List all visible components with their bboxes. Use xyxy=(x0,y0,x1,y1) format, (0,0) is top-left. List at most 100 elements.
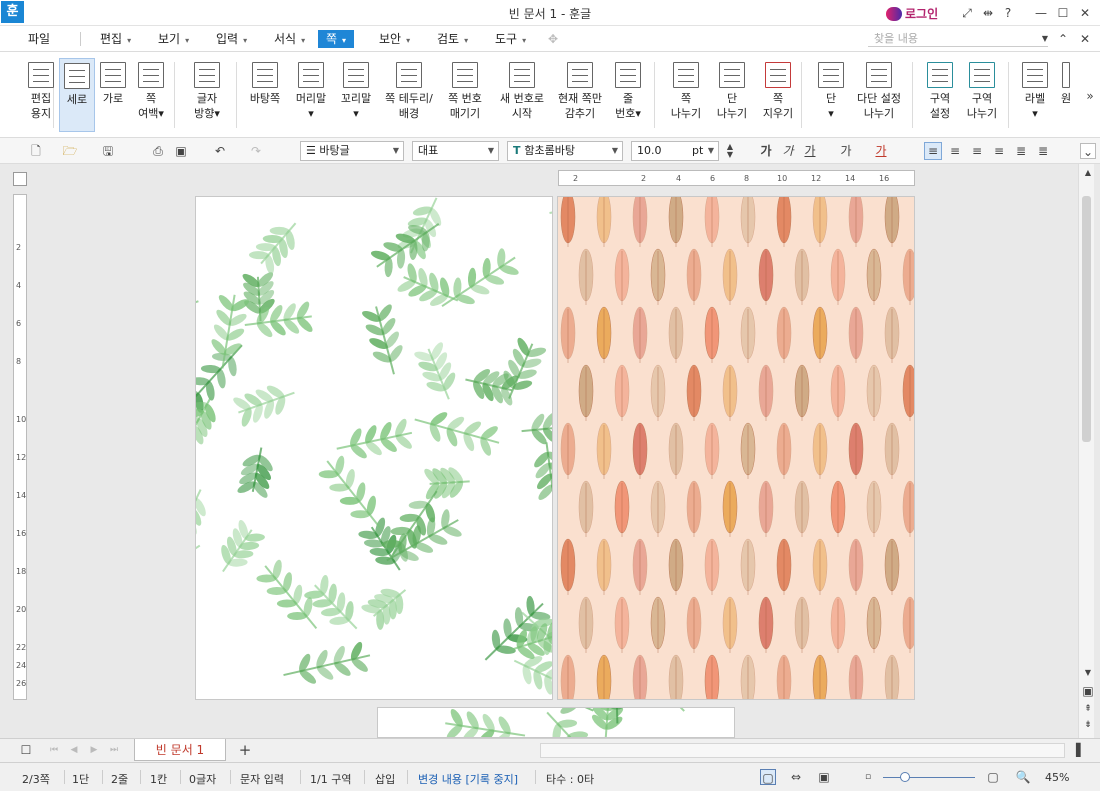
ribbon-more-button[interactable]: » xyxy=(1082,88,1098,104)
underline-button[interactable]: 가 xyxy=(802,143,818,159)
italic-button[interactable]: 가 xyxy=(780,143,796,159)
distribute-button[interactable]: ≣ xyxy=(1012,142,1030,160)
ribbon-button-22[interactable]: 원 xyxy=(1056,58,1076,132)
divide-button[interactable]: ≣ xyxy=(1034,142,1052,160)
bold-button[interactable]: 가 xyxy=(758,143,774,159)
app-logo-icon[interactable]: 훈 xyxy=(1,1,24,23)
prev-tab-icon[interactable]: ◀ xyxy=(66,742,82,758)
ribbon-button-18[interactable]: 다단 설정 나누기 xyxy=(852,58,906,132)
ribbon-button-11[interactable]: 새 번호로 시작 xyxy=(494,58,550,132)
next-tab-icon[interactable]: ▶ xyxy=(86,742,102,758)
close-icon[interactable]: ✕ xyxy=(1076,4,1094,22)
menu-security[interactable]: 보안 ▾ xyxy=(375,30,414,48)
chevron-down-icon[interactable]: ▼ xyxy=(1036,30,1054,48)
help-icon[interactable]: ? xyxy=(999,4,1017,22)
ribbon-button-15[interactable]: 단 나누기 xyxy=(712,58,752,132)
preview-icon[interactable]: ▣ xyxy=(173,143,189,159)
split-icon[interactable]: ⇹ xyxy=(979,4,997,22)
zoom-in-icon[interactable]: ▢ xyxy=(985,769,1001,785)
vertical-ruler[interactable]: 2 4 6 8 10 12 14 16 18 20 22 24 26 xyxy=(13,194,27,700)
collapse-ribbon-icon[interactable]: ⌃ xyxy=(1054,30,1072,48)
menu-insert[interactable]: 입력 ▾ xyxy=(212,30,251,48)
align-center-button[interactable]: ≡ xyxy=(968,142,986,160)
status-page[interactable]: 2/3쪽 xyxy=(22,771,50,787)
document-tab[interactable]: 빈 문서 1 xyxy=(134,739,226,761)
zoom-slider[interactable] xyxy=(883,777,975,778)
print-icon[interactable]: ⎙ xyxy=(150,143,166,159)
fullscreen-icon[interactable]: ⤢ xyxy=(958,4,976,22)
toolbar-more-icon[interactable]: ⌄ xyxy=(1080,143,1096,159)
page-right[interactable] xyxy=(557,196,915,700)
search-input[interactable]: 찾을 내용 xyxy=(868,31,1048,47)
ribbon-button-9[interactable]: 쪽 테두리/배경 xyxy=(381,58,437,132)
ribbon-button-19[interactable]: 구역 설정 xyxy=(920,58,960,132)
zoom-level[interactable]: 45% xyxy=(1045,771,1069,784)
char-border-button[interactable]: 가 xyxy=(838,143,854,159)
ribbon-button-5[interactable]: 글자 방향▾ xyxy=(184,58,230,132)
ribbon-button-10[interactable]: 쪽 번호 매기기 xyxy=(440,58,490,132)
ruler-corner-icon[interactable] xyxy=(13,172,27,186)
align-right-button[interactable]: ≡ xyxy=(990,142,1008,160)
align-justify-button[interactable]: ≡ xyxy=(924,142,942,160)
full-page-icon[interactable]: ▣ xyxy=(816,769,832,785)
ribbon-button-21[interactable]: 라벨 ▾ xyxy=(1017,58,1053,132)
style-select[interactable]: ☰ 바탕글 ▼ xyxy=(300,141,404,161)
last-tab-icon[interactable]: ⏭ xyxy=(106,742,122,758)
vertical-scrollbar[interactable]: ▲ ▼ ▣ ⇞ ⇟ xyxy=(1078,164,1094,738)
minimize-icon[interactable]: — xyxy=(1032,4,1050,22)
status-track-changes[interactable]: 변경 내용 [기록 중지] xyxy=(418,771,518,787)
ribbon-button-3[interactable]: 가로 xyxy=(96,58,130,132)
fit-width-icon[interactable]: ⇔ xyxy=(788,769,804,785)
menu-edit[interactable]: 편집 ▾ xyxy=(96,30,135,48)
page-toggle-icon[interactable]: ☐ xyxy=(18,742,34,758)
scroll-up-icon[interactable]: ▲ xyxy=(1079,164,1097,182)
ribbon-button-13[interactable]: 줄 번호▾ xyxy=(612,58,644,132)
undo-icon[interactable]: ↶ xyxy=(212,143,228,159)
open-folder-icon[interactable]: 🗁 xyxy=(62,143,78,159)
menu-file[interactable]: 파일 xyxy=(24,30,54,48)
puzzle-icon[interactable]: ✥ xyxy=(544,30,562,48)
zoom-slider-knob[interactable] xyxy=(900,772,910,782)
redo-icon[interactable]: ↷ xyxy=(248,143,264,159)
magnifier-icon[interactable]: 🔍 xyxy=(1015,769,1031,785)
align-left-button[interactable]: ≡ xyxy=(946,142,964,160)
ribbon-button-14[interactable]: 쪽 나누기 xyxy=(665,58,707,132)
page-third[interactable] xyxy=(377,707,735,738)
ribbon-button-20[interactable]: 구역 나누기 xyxy=(961,58,1003,132)
menu-review[interactable]: 검토 ▾ xyxy=(433,30,472,48)
login-button[interactable]: 로그인 xyxy=(886,5,938,22)
language-select[interactable]: 대표 ▼ xyxy=(412,141,499,161)
ribbon-button-16[interactable]: 쪽 지우기 xyxy=(757,58,799,132)
font-size-input[interactable]: 10.0 pt ▼ xyxy=(631,141,719,161)
horizontal-ruler[interactable]: 2 2 4 6 8 10 12 14 16 xyxy=(558,170,915,186)
save-icon[interactable]: 🖫 xyxy=(100,143,116,159)
status-insert[interactable]: 삽입 xyxy=(375,771,395,787)
next-page-icon[interactable]: ⇟ xyxy=(1079,716,1097,734)
size-stepper-icon[interactable]: ▲ ▼ xyxy=(722,143,738,159)
ribbon-button-8[interactable]: 꼬리말 ▾ xyxy=(335,58,377,132)
font-select[interactable]: T 함초롬바탕 ▼ xyxy=(507,141,623,161)
horizontal-scrollbar[interactable] xyxy=(540,743,1065,758)
page-layout-icon[interactable]: ▢ xyxy=(760,769,776,785)
menu-format[interactable]: 서식 ▾ xyxy=(270,30,309,48)
split-view-icon[interactable]: ▐ xyxy=(1068,742,1084,758)
scroll-down-icon[interactable]: ▼ xyxy=(1079,664,1097,682)
menu-view[interactable]: 보기 ▾ xyxy=(154,30,193,48)
menu-tools[interactable]: 도구 ▾ xyxy=(491,30,530,48)
menu-page[interactable]: 쪽 ▾ xyxy=(318,30,355,48)
ribbon-button-12[interactable]: 현재 쪽만 감추기 xyxy=(552,58,608,132)
ribbon-button-1[interactable]: 편집 용지 xyxy=(24,58,58,132)
ribbon-button-4[interactable]: 쪽 여백▾ xyxy=(131,58,171,132)
page-view-icon[interactable]: ▣ xyxy=(1079,682,1097,700)
scroll-thumb[interactable] xyxy=(1082,196,1091,442)
font-color-button[interactable]: 가 xyxy=(873,143,889,159)
close-doc-icon[interactable]: ✕ xyxy=(1076,30,1094,48)
zoom-out-icon[interactable]: ▫ xyxy=(860,769,876,785)
page-left[interactable] xyxy=(195,196,553,700)
ribbon-button-2[interactable]: 세로 xyxy=(59,58,95,132)
ribbon-button-6[interactable]: 바탕쪽 xyxy=(243,58,287,132)
add-tab-button[interactable]: + xyxy=(237,742,253,758)
maximize-icon[interactable]: ☐ xyxy=(1054,4,1072,22)
first-tab-icon[interactable]: ⏮ xyxy=(46,742,62,758)
ribbon-button-17[interactable]: 단 ▾ xyxy=(814,58,848,132)
